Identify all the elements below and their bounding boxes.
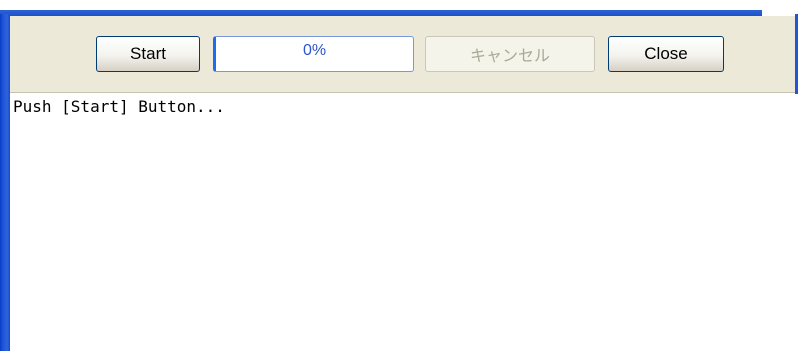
window-frame-top [0,0,770,16]
output-log-text: Push [Start] Button... [13,97,225,116]
window-frame-corner [762,0,798,16]
cancel-button[interactable]: キャンセル [425,36,595,72]
start-button[interactable]: Start [96,36,200,72]
application-window: Start 0% キャンセル Close Push [Start] Button… [0,0,798,351]
window-frame-left [0,14,10,351]
progress-percent-label: 0% [302,42,327,59]
toolbar: Start 0% キャンセル Close [10,16,795,93]
progress-bar: 0% [213,36,414,72]
output-log-area[interactable]: Push [Start] Button... [10,93,795,351]
close-button[interactable]: Close [608,36,724,72]
